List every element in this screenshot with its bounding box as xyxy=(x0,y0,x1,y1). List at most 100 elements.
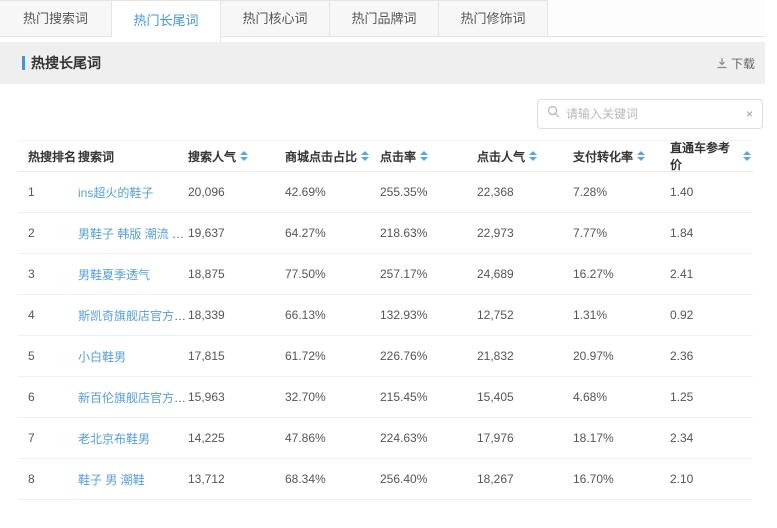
cell-click-popularity: 21,832 xyxy=(477,349,573,363)
keyword-link[interactable]: 男鞋子 韩版 潮流 英... xyxy=(78,227,188,241)
sort-icon[interactable] xyxy=(637,151,645,161)
cell-rank: 7 xyxy=(18,431,78,445)
cell-pay-conversion: 16.27% xyxy=(573,267,670,281)
cell-rank: 3 xyxy=(18,267,78,281)
clear-icon[interactable]: × xyxy=(746,108,753,120)
cell-pay-conversion: 18.17% xyxy=(573,431,670,445)
col-rank: 热搜排名 xyxy=(18,148,78,165)
cell-click-popularity: 18,267 xyxy=(477,472,573,486)
cell-mall-click-share: 42.69% xyxy=(285,185,380,199)
table-header: 热搜排名搜索词 搜索人气 商城点击占比 点击率 点击人气 支付转化率直通车参考价 xyxy=(18,141,753,172)
cell-mall-click-share: 66.13% xyxy=(285,308,380,322)
column-label: 搜索人气 xyxy=(188,148,236,165)
table-row: 1ins超火的鞋子20,09642.69%255.35%22,3687.28%1… xyxy=(18,172,753,213)
keyword-link[interactable]: 斯凯奇旗舰店官方旗舰 xyxy=(78,309,188,323)
download-icon xyxy=(716,57,728,69)
cell-pay-conversion: 20.97% xyxy=(573,349,670,363)
sort-icon[interactable] xyxy=(240,151,248,161)
tab-hot-modifier-words[interactable]: 热门修饰词 xyxy=(439,0,548,37)
cell-click-popularity: 15,405 xyxy=(477,390,573,404)
table-row: 5小白鞋男17,81561.72%226.76%21,83220.97%2.36 xyxy=(18,336,753,377)
cell-click-popularity: 24,689 xyxy=(477,267,573,281)
cell-pay-conversion: 7.77% xyxy=(573,226,670,240)
table-row: 4斯凯奇旗舰店官方旗舰18,33966.13%132.93%12,7521.31… xyxy=(18,295,753,336)
col-click-rate[interactable]: 点击率 xyxy=(380,148,477,165)
sort-icon[interactable] xyxy=(420,151,428,161)
column-label: 点击率 xyxy=(380,148,416,165)
sort-icon[interactable] xyxy=(529,151,537,161)
keyword-link[interactable]: 小白鞋男 xyxy=(78,350,126,364)
cell-click-rate: 226.76% xyxy=(380,349,477,363)
table-row: 2男鞋子 韩版 潮流 英...19,63764.27%218.63%22,973… xyxy=(18,213,753,254)
cell-rank: 4 xyxy=(18,308,78,322)
col-search-popularity[interactable]: 搜索人气 xyxy=(188,148,285,165)
keyword-link[interactable]: 鞋子 男 潮鞋 xyxy=(78,473,145,487)
cell-search-popularity: 20,096 xyxy=(188,185,285,199)
search-icon xyxy=(547,105,560,123)
cell-mall-click-share: 47.86% xyxy=(285,431,380,445)
tab-hot-search-words[interactable]: 热门搜索词 xyxy=(0,0,112,37)
keyword-link[interactable]: 男鞋夏季透气 xyxy=(78,268,150,282)
cell-click-rate: 257.17% xyxy=(380,267,477,281)
cell-keyword: 斯凯奇旗舰店官方旗舰 xyxy=(78,307,188,324)
cell-mall-click-share: 77.50% xyxy=(285,267,380,281)
cell-rank: 5 xyxy=(18,349,78,363)
col-click-popularity[interactable]: 点击人气 xyxy=(477,148,573,165)
cell-click-rate: 256.40% xyxy=(380,472,477,486)
col-pay-conversion[interactable]: 支付转化率 xyxy=(573,148,670,165)
section-header: 热搜长尾词 下载 xyxy=(0,42,765,84)
cell-search-popularity: 13,712 xyxy=(188,472,285,486)
download-label: 下载 xyxy=(731,55,755,72)
keywords-table: 热搜排名搜索词搜索人气商城点击占比点击率点击人气支付转化率直通车参考价 1ins… xyxy=(18,140,753,500)
cell-pay-conversion: 7.28% xyxy=(573,185,670,199)
cell-search-popularity: 18,875 xyxy=(188,267,285,281)
column-label: 搜索词 xyxy=(78,148,114,165)
table-body: 1ins超火的鞋子20,09642.69%255.35%22,3687.28%1… xyxy=(18,172,753,500)
tab-hot-core-words[interactable]: 热门核心词 xyxy=(221,0,330,37)
cell-rank: 8 xyxy=(18,472,78,486)
download-button[interactable]: 下载 xyxy=(716,55,755,72)
cell-click-rate: 132.93% xyxy=(380,308,477,322)
sort-icon[interactable] xyxy=(743,151,751,161)
cell-ztc-price: 1.25 xyxy=(670,390,751,404)
cell-search-popularity: 15,963 xyxy=(188,390,285,404)
search-input[interactable] xyxy=(566,107,746,121)
cell-mall-click-share: 68.34% xyxy=(285,472,380,486)
col-keyword: 搜索词 xyxy=(78,148,188,165)
cell-keyword: ins超火的鞋子 xyxy=(78,184,188,201)
cell-keyword: 小白鞋男 xyxy=(78,348,188,365)
sort-icon[interactable] xyxy=(361,151,369,161)
tab-bar-filler xyxy=(548,0,765,37)
column-label: 直通车参考价 xyxy=(670,139,739,173)
tab-hot-longtail-words[interactable]: 热门长尾词 xyxy=(112,0,221,42)
table-row: 8鞋子 男 潮鞋13,71268.34%256.40%18,26716.70%2… xyxy=(18,459,753,500)
column-label: 点击人气 xyxy=(477,148,525,165)
cell-click-rate: 224.63% xyxy=(380,431,477,445)
cell-mall-click-share: 32.70% xyxy=(285,390,380,404)
col-mall-click-share[interactable]: 商城点击占比 xyxy=(285,148,380,165)
cell-click-popularity: 22,368 xyxy=(477,185,573,199)
cell-ztc-price: 0.92 xyxy=(670,308,751,322)
cell-keyword: 新百伦旗舰店官方正品 xyxy=(78,389,188,406)
col-ztc-reference-price[interactable]: 直通车参考价 xyxy=(670,139,751,173)
cell-click-popularity: 22,973 xyxy=(477,226,573,240)
cell-search-popularity: 14,225 xyxy=(188,431,285,445)
cell-ztc-price: 2.34 xyxy=(670,431,751,445)
tab-hot-brand-words[interactable]: 热门品牌词 xyxy=(330,0,439,37)
cell-ztc-price: 1.40 xyxy=(670,185,751,199)
cell-keyword: 男鞋夏季透气 xyxy=(78,266,188,283)
keyword-link[interactable]: 新百伦旗舰店官方正品 xyxy=(78,391,188,405)
column-label: 商城点击占比 xyxy=(285,148,357,165)
cell-search-popularity: 17,815 xyxy=(188,349,285,363)
cell-ztc-price: 2.10 xyxy=(670,472,751,486)
cell-click-popularity: 12,752 xyxy=(477,308,573,322)
cell-click-popularity: 17,976 xyxy=(477,431,573,445)
keyword-link[interactable]: ins超火的鞋子 xyxy=(78,186,153,200)
cell-click-rate: 255.35% xyxy=(380,185,477,199)
search-row: × xyxy=(0,99,765,129)
cell-search-popularity: 18,339 xyxy=(188,308,285,322)
cell-mall-click-share: 61.72% xyxy=(285,349,380,363)
keyword-link[interactable]: 老北京布鞋男 xyxy=(78,432,150,446)
cell-pay-conversion: 4.68% xyxy=(573,390,670,404)
content-area: × 热搜排名搜索词搜索人气商城点击占比点击率点击人气支付转化率直通车参考价 1i… xyxy=(0,84,765,500)
